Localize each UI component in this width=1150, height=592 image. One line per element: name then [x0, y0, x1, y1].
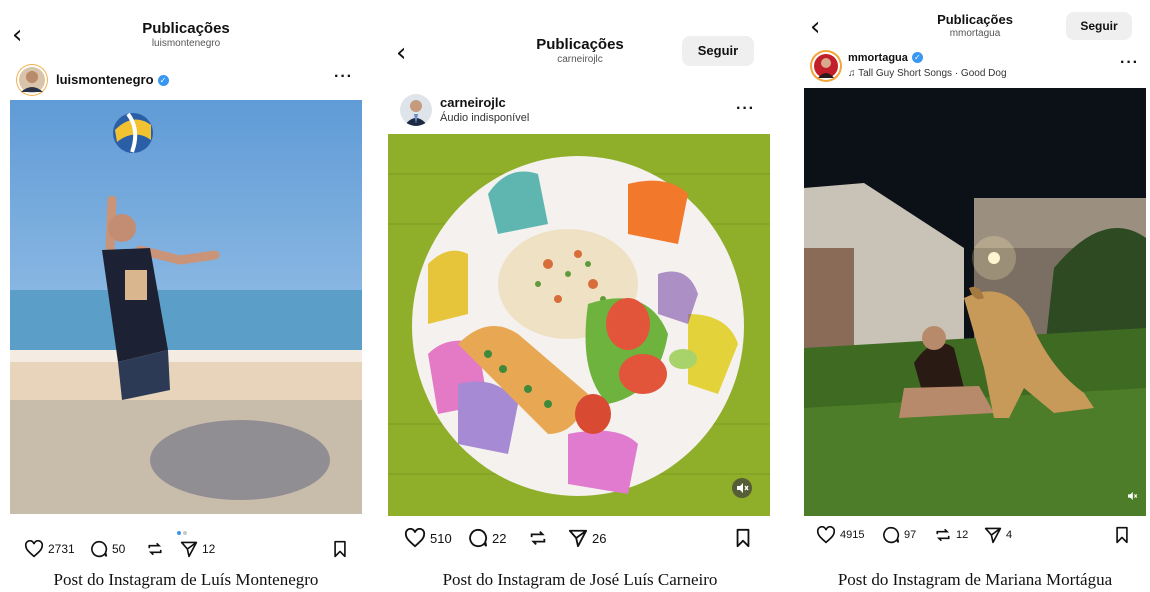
plate-photo — [388, 134, 770, 516]
top-bar: ‹ Publicações carneirojlc Seguir — [384, 0, 776, 66]
comment-button[interactable]: 50 — [90, 540, 125, 558]
like-count: 510 — [430, 530, 452, 546]
like-button[interactable]: 2731 — [24, 540, 75, 558]
username[interactable]: mmortagua ✓ — [848, 52, 923, 64]
repost-button[interactable] — [146, 540, 164, 558]
verified-badge-icon: ✓ — [911, 52, 923, 63]
save-button[interactable] — [332, 540, 348, 558]
follow-button[interactable]: Seguir — [1066, 12, 1132, 40]
send-icon — [568, 529, 588, 548]
muted-speaker-icon[interactable] — [732, 478, 752, 498]
audio-track-label: Tall Guy Short Songs · Good Dog — [858, 68, 1007, 79]
like-button[interactable]: 510 — [404, 528, 452, 548]
heart-icon — [404, 528, 426, 548]
audio-track[interactable]: ♫ Tall Guy Short Songs · Good Dog — [848, 68, 1007, 79]
repost-icon — [148, 542, 162, 556]
save-button[interactable] — [1114, 526, 1130, 544]
comment-icon — [91, 540, 108, 558]
save-button[interactable] — [734, 528, 752, 548]
garden-photo — [804, 88, 1146, 516]
send-icon — [984, 527, 1002, 544]
muted-speaker-icon[interactable] — [1124, 488, 1140, 504]
avatar[interactable] — [810, 50, 842, 82]
share-button[interactable]: 4 — [984, 526, 1012, 544]
top-bar: ‹ Publicações luismontenegro — [0, 0, 372, 54]
comment-icon — [883, 526, 900, 544]
heart-icon — [24, 540, 44, 558]
share-count: 4 — [1006, 529, 1013, 541]
share-button[interactable]: 26 — [568, 528, 606, 548]
repost-button[interactable] — [528, 528, 548, 548]
page-subtitle: luismontenegro — [151, 38, 221, 49]
heart-icon — [816, 526, 836, 544]
action-bar: 510 22 26 — [384, 528, 776, 552]
post-panel-carneiro: ‹ Publicações carneirojlc Seguir carneir… — [384, 0, 776, 592]
post-photo[interactable] — [388, 134, 770, 516]
repost-count: 12 — [956, 529, 969, 541]
action-bar: 2731 50 12 — [0, 540, 372, 564]
music-note-icon: ♫ — [848, 68, 856, 79]
post-header: luismontenegro ✓ ··· — [0, 62, 372, 96]
carousel-dots — [177, 522, 187, 540]
comment-count: 97 — [904, 529, 917, 541]
verified-badge-icon: ✓ — [157, 75, 169, 86]
comment-icon — [469, 528, 488, 548]
post-header: mmortagua ✓ ♫ Tall Guy Short Songs · Good… — [800, 50, 1150, 84]
top-bar: ‹ Publicações mmortagua Seguir — [800, 0, 1150, 54]
bookmark-icon — [334, 540, 346, 558]
volleyball-photo — [10, 100, 362, 514]
username[interactable]: luismontenegro ✓ — [56, 72, 169, 87]
caption: Post do Instagram de José Luís Carneiro — [442, 570, 718, 589]
like-count: 2731 — [48, 542, 75, 556]
post-photo[interactable] — [10, 100, 362, 514]
share-button[interactable]: 12 — [180, 540, 215, 558]
comment-count: 22 — [492, 530, 507, 546]
share-count: 26 — [592, 530, 607, 546]
repost-icon — [530, 530, 546, 546]
repost-icon — [936, 528, 950, 542]
more-horizontal-icon[interactable]: ··· — [1120, 54, 1139, 72]
like-button[interactable]: 4915 — [816, 526, 864, 544]
follow-button[interactable]: Seguir — [682, 36, 754, 66]
comment-button[interactable]: 97 — [882, 526, 916, 544]
more-horizontal-icon[interactable]: ··· — [334, 68, 353, 86]
post-photo[interactable] — [804, 88, 1146, 516]
post-panel-mortagua: ‹ Publicações mmortagua Seguir mmortagua… — [800, 0, 1150, 592]
post-panel-montenegro: ‹ Publicações luismontenegro luismontene… — [0, 0, 372, 592]
more-horizontal-icon[interactable]: ··· — [736, 100, 755, 118]
avatar[interactable] — [400, 94, 432, 126]
header-title-group: Publicações luismontenegro — [0, 20, 372, 49]
page-title: Publicações — [142, 20, 230, 37]
caption: Post do Instagram de Mariana Mortágua — [837, 570, 1113, 589]
bookmark-icon — [736, 528, 750, 548]
comment-button[interactable]: 22 — [468, 528, 506, 548]
caption: Post do Instagram de Luís Montenegro — [53, 570, 319, 589]
comment-count: 50 — [112, 542, 126, 556]
post-header: carneirojlc Áudio indisponível ··· — [384, 92, 776, 128]
action-bar: 4915 97 12 4 — [800, 526, 1150, 550]
audio-status: Áudio indisponível — [440, 112, 530, 124]
share-count: 12 — [202, 542, 216, 556]
bookmark-icon — [1116, 526, 1128, 544]
avatar[interactable] — [16, 64, 48, 96]
repost-button[interactable]: 12 — [934, 526, 968, 544]
username[interactable]: carneirojlc — [440, 95, 506, 110]
like-count: 4915 — [840, 529, 865, 541]
send-icon — [180, 541, 198, 558]
